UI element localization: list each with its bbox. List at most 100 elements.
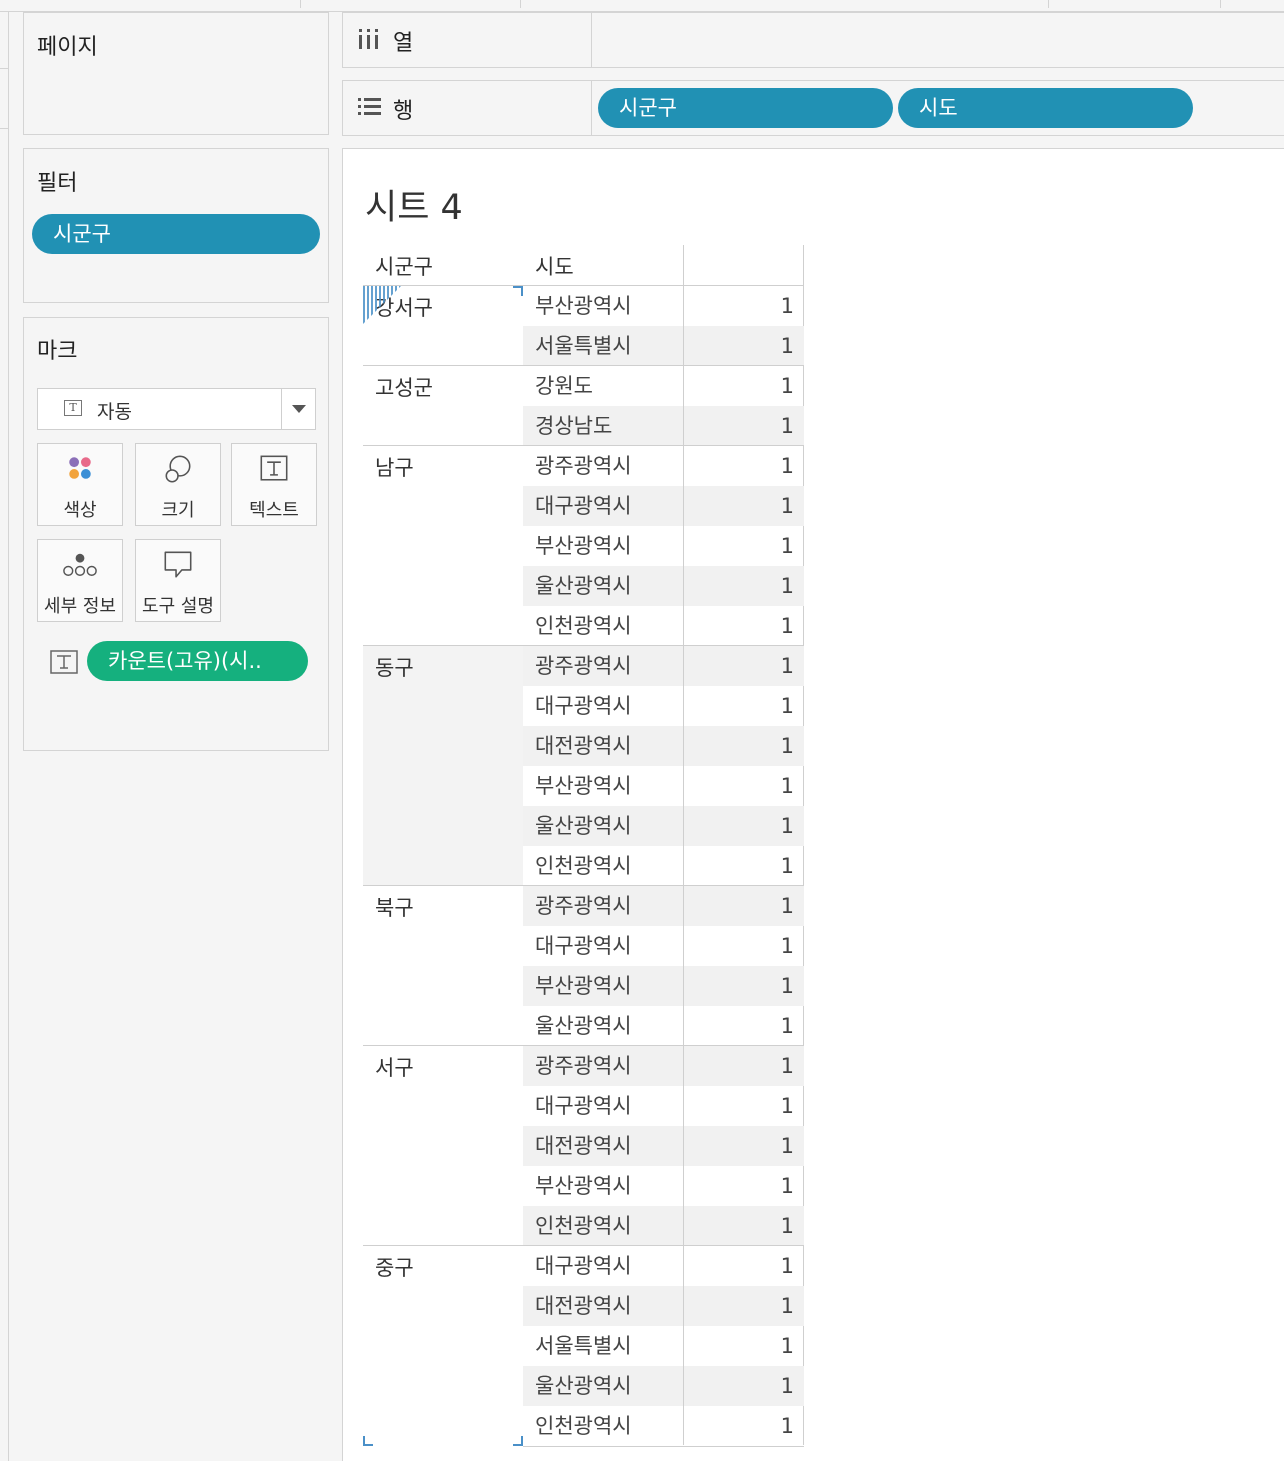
table-row[interactable]: 대전광역시 1: [523, 726, 804, 766]
detail-button[interactable]: 세부 정보: [37, 539, 123, 622]
table-row[interactable]: 대구광역시 1: [523, 686, 804, 726]
count-cell[interactable]: 1: [684, 406, 804, 446]
sido-cell[interactable]: 울산광역시: [523, 1366, 683, 1406]
table-row[interactable]: 부산광역시 1: [523, 1166, 804, 1206]
sido-cell[interactable]: 광주광역시: [523, 1046, 683, 1086]
table-row[interactable]: 울산광역시 1: [523, 566, 804, 606]
sigungu-cell[interactable]: 남구: [363, 446, 523, 645]
table-row[interactable]: 대전광역시 1: [523, 1126, 804, 1166]
sido-cell[interactable]: 광주광역시: [523, 446, 683, 486]
table-row[interactable]: 인천광역시 1: [523, 1206, 804, 1246]
text-button[interactable]: 텍스트: [231, 443, 317, 526]
count-cell[interactable]: 1: [684, 886, 804, 926]
table-row[interactable]: 부산광역시 1: [523, 286, 804, 326]
text-encoding-icon[interactable]: [50, 650, 78, 674]
table-row[interactable]: 경상남도 1: [523, 406, 804, 446]
sigungu-cell[interactable]: 중구: [363, 1246, 523, 1446]
filter-pill-sigungu[interactable]: 시군구: [32, 214, 320, 254]
table-row[interactable]: 인천광역시 1: [523, 606, 804, 646]
table-row[interactable]: 광주광역시 1: [523, 1046, 804, 1086]
row-group[interactable]: 고성군 강원도 1 경상남도 1: [363, 365, 804, 446]
rows-shelf[interactable]: 행 시군구 시도: [342, 80, 1284, 136]
count-cell[interactable]: 1: [684, 446, 804, 486]
count-cell[interactable]: 1: [684, 926, 804, 966]
table-row[interactable]: 울산광역시 1: [523, 806, 804, 846]
table-row[interactable]: 울산광역시 1: [523, 1006, 804, 1046]
sido-cell[interactable]: 대구광역시: [523, 1246, 683, 1286]
count-cell[interactable]: 1: [684, 1006, 804, 1046]
table-row[interactable]: 대구광역시 1: [523, 1086, 804, 1126]
sido-cell[interactable]: 부산광역시: [523, 766, 683, 806]
sido-cell[interactable]: 부산광역시: [523, 966, 683, 1006]
sido-cell[interactable]: 부산광역시: [523, 526, 683, 566]
table-row[interactable]: 인천광역시 1: [523, 1406, 804, 1446]
sido-cell[interactable]: 인천광역시: [523, 606, 683, 646]
count-cell[interactable]: 1: [684, 606, 804, 646]
count-cell[interactable]: 1: [684, 966, 804, 1006]
table-row[interactable]: 광주광역시 1: [523, 446, 804, 486]
sido-cell[interactable]: 대전광역시: [523, 1286, 683, 1326]
table-row[interactable]: 부산광역시 1: [523, 766, 804, 806]
sido-cell[interactable]: 서울특별시: [523, 326, 683, 366]
count-cell[interactable]: 1: [684, 1286, 804, 1326]
count-cell[interactable]: 1: [684, 366, 804, 406]
count-cell[interactable]: 1: [684, 686, 804, 726]
count-cell[interactable]: 1: [684, 806, 804, 846]
sido-cell[interactable]: 인천광역시: [523, 1206, 683, 1246]
table-row[interactable]: 광주광역시 1: [523, 886, 804, 926]
sido-cell[interactable]: 광주광역시: [523, 646, 683, 686]
table-row[interactable]: 대구광역시 1: [523, 1246, 804, 1286]
table-row[interactable]: 서울특별시 1: [523, 1326, 804, 1366]
sido-cell[interactable]: 대구광역시: [523, 686, 683, 726]
count-cell[interactable]: 1: [684, 1366, 804, 1406]
count-cell[interactable]: 1: [684, 566, 804, 606]
row-group[interactable]: 서구 광주광역시 1 대구광역시 1 대전광역시 1 부산광역시 1 인천광역시 1: [363, 1045, 804, 1246]
sido-cell[interactable]: 울산광역시: [523, 806, 683, 846]
count-cell[interactable]: 1: [684, 326, 804, 366]
chevron-down-icon[interactable]: [292, 405, 306, 413]
table-row[interactable]: 대구광역시 1: [523, 926, 804, 966]
count-cell[interactable]: 1: [684, 1166, 804, 1206]
rows-pill-sigungu[interactable]: 시군구: [598, 88, 893, 128]
table-row[interactable]: 인천광역시 1: [523, 846, 804, 886]
sido-cell[interactable]: 대구광역시: [523, 486, 683, 526]
table-row[interactable]: 울산광역시 1: [523, 1366, 804, 1406]
row-group[interactable]: 중구 대구광역시 1 대전광역시 1 서울특별시 1 울산광역시 1 인천광역시 1: [363, 1245, 804, 1447]
count-cell[interactable]: 1: [684, 1326, 804, 1366]
size-button[interactable]: 크기: [135, 443, 221, 526]
sido-cell[interactable]: 경상남도: [523, 406, 683, 446]
header-sigungu[interactable]: 시군구: [375, 245, 433, 287]
table-row[interactable]: 대전광역시 1: [523, 1286, 804, 1326]
row-group[interactable]: 북구 광주광역시 1 대구광역시 1 부산광역시 1 울산광역시 1: [363, 885, 804, 1045]
sido-cell[interactable]: 울산광역시: [523, 1006, 683, 1046]
sido-cell[interactable]: 대전광역시: [523, 726, 683, 766]
sigungu-cell[interactable]: 강서구: [363, 286, 523, 365]
color-button[interactable]: 색상: [37, 443, 123, 526]
header-sido[interactable]: 시도: [535, 245, 574, 287]
count-cell[interactable]: 1: [684, 486, 804, 526]
marks-card[interactable]: 마크 T 자동 색상 크기 텍스트 세부 정보 도구 설명 카운트(고유)(시.…: [23, 317, 329, 751]
count-cell[interactable]: 1: [684, 646, 804, 686]
count-cell[interactable]: 1: [684, 526, 804, 566]
sigungu-cell[interactable]: 고성군: [363, 366, 523, 445]
sido-cell[interactable]: 대구광역시: [523, 1086, 683, 1126]
count-cell[interactable]: 1: [684, 1246, 804, 1286]
count-cell[interactable]: 1: [684, 1206, 804, 1246]
sido-cell[interactable]: 서울특별시: [523, 1326, 683, 1366]
table-row[interactable]: 대구광역시 1: [523, 486, 804, 526]
sido-cell[interactable]: 부산광역시: [523, 1166, 683, 1206]
sigungu-cell[interactable]: 동구: [363, 646, 523, 885]
worksheet-canvas[interactable]: 시트 4 시군구 시도 강서구 부산광역시 1 서울특별시 1 고성군 강원도 1 경상남도 1 남…: [342, 148, 1284, 1461]
table-row[interactable]: 서울특별시 1: [523, 326, 804, 366]
table-row[interactable]: 부산광역시 1: [523, 966, 804, 1006]
sido-cell[interactable]: 울산광역시: [523, 566, 683, 606]
row-group[interactable]: 남구 광주광역시 1 대구광역시 1 부산광역시 1 울산광역시 1 인천광역시 1: [363, 445, 804, 645]
count-cell[interactable]: 1: [684, 1046, 804, 1086]
sigungu-cell[interactable]: 서구: [363, 1046, 523, 1245]
sido-cell[interactable]: 대구광역시: [523, 926, 683, 966]
tooltip-button[interactable]: 도구 설명: [135, 539, 221, 622]
sido-cell[interactable]: 부산광역시: [523, 286, 683, 326]
table-row[interactable]: 강원도 1: [523, 366, 804, 406]
row-group[interactable]: 동구 광주광역시 1 대구광역시 1 대전광역시 1 부산광역시 1 울산광역시 1 인천광역시 1: [363, 645, 804, 885]
count-cell[interactable]: 1: [684, 286, 804, 326]
